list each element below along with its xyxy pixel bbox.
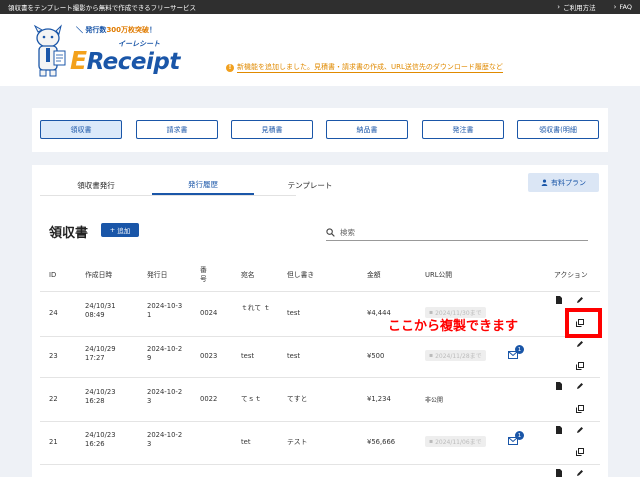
cell-id: 23 bbox=[49, 352, 58, 360]
edit-icon[interactable] bbox=[576, 469, 584, 477]
cell-note: test bbox=[287, 309, 301, 317]
site-tagline: 領収書をテンプレート撮影から無料で作成できるフリーサービス bbox=[8, 4, 197, 12]
col-action: アクション bbox=[554, 271, 588, 279]
search-icon bbox=[326, 228, 335, 237]
copy-icon[interactable] bbox=[576, 448, 584, 456]
cell-note: てすと bbox=[287, 395, 308, 403]
cell-issued: 2024-10-29 bbox=[147, 345, 183, 362]
cell-addressee: tet bbox=[241, 438, 251, 446]
document-icon[interactable] bbox=[555, 296, 563, 304]
mascot-logo-icon[interactable] bbox=[30, 24, 68, 78]
chevron-right-icon: › bbox=[557, 3, 561, 11]
cell-id: 24 bbox=[49, 309, 58, 317]
col-issued: 発行日 bbox=[147, 271, 168, 279]
copy-icon[interactable] bbox=[576, 362, 584, 370]
document-icon[interactable] bbox=[555, 382, 563, 390]
doc-tab-quote[interactable]: 見積書 bbox=[231, 120, 313, 139]
lock-icon: ▪ bbox=[429, 352, 434, 359]
copy-annotation: ここから複製できます bbox=[388, 319, 519, 334]
chevron-right-icon: › bbox=[613, 3, 617, 11]
mail-count-badge: 1 bbox=[515, 431, 524, 440]
col-id: ID bbox=[49, 271, 57, 279]
info-icon: ! bbox=[226, 63, 234, 72]
site-logo[interactable]: EReceipt bbox=[70, 46, 180, 75]
copy-icon[interactable] bbox=[576, 405, 584, 413]
edit-icon[interactable] bbox=[576, 426, 584, 434]
cell-amount: ¥56,666 bbox=[367, 438, 396, 446]
cell-created: 24/10/31 08:49 bbox=[85, 302, 116, 319]
cell-number: 0023 bbox=[200, 352, 218, 360]
tab-history[interactable]: 発行履歴 bbox=[152, 175, 254, 195]
cell-issued: 2024-10-23 bbox=[147, 431, 183, 448]
row-divider bbox=[40, 377, 600, 378]
col-note: 但し書き bbox=[287, 271, 315, 279]
col-amount: 金額 bbox=[367, 271, 381, 279]
edit-icon[interactable] bbox=[576, 382, 584, 390]
user-icon bbox=[541, 179, 548, 186]
cell-issued: 2024-10-31 bbox=[147, 302, 183, 319]
cell-id: 22 bbox=[49, 395, 58, 403]
top-bar: 領収書をテンプレート撮影から無料で作成できるフリーサービス › ご利用方法 › FA… bbox=[0, 0, 640, 14]
mail-sent-indicator[interactable]: 1 bbox=[508, 345, 524, 360]
search-input[interactable] bbox=[340, 228, 560, 237]
lock-icon: ▪ bbox=[429, 438, 434, 445]
add-button[interactable]: + 追加 bbox=[101, 223, 139, 237]
history-panel: 領収書発行 発行履歴 テンプレート 有料プラン 領収書 +追加 ID 作成日時 … bbox=[32, 165, 608, 477]
faq-link[interactable]: › FAQ bbox=[614, 3, 632, 11]
cell-amount: ¥500 bbox=[367, 352, 385, 360]
col-number: 番号 bbox=[200, 266, 207, 283]
how-to-use-link[interactable]: › ご利用方法 bbox=[557, 2, 595, 12]
document-icon[interactable] bbox=[555, 426, 563, 434]
document-type-tabs: 領収書 請求書 見積書 納品書 発注書 領収書(明細 bbox=[32, 108, 608, 152]
cell-addressee: ｔれて ｔ bbox=[241, 304, 271, 312]
url-expiry-pill: ▪ 2024/11/28まで bbox=[425, 350, 486, 361]
cell-note: test bbox=[287, 352, 301, 360]
row-divider bbox=[40, 336, 600, 337]
paid-plan-button[interactable]: 有料プラン bbox=[528, 173, 599, 192]
cell-created: 24/10/23 16:28 bbox=[85, 388, 116, 405]
cell-addressee: test bbox=[241, 352, 255, 360]
page-title: 領収書 bbox=[49, 226, 89, 241]
mail-sent-indicator[interactable]: 1 bbox=[508, 431, 524, 446]
new-feature-notice[interactable]: ! 新機能を追加しました。見積書・請求書の作成、URL送信先のダウンロード履歴な… bbox=[226, 62, 503, 73]
url-expiry-pill: ▪ 2024/11/06まで bbox=[425, 436, 486, 447]
cell-created: 24/10/29 17:27 bbox=[85, 345, 116, 362]
plus-icon: + bbox=[109, 226, 116, 234]
cell-created: 24/10/23 16:26 bbox=[85, 431, 116, 448]
cell-number: 0022 bbox=[200, 395, 218, 403]
doc-tab-receipt-detail[interactable]: 領収書(明細 bbox=[517, 120, 599, 139]
edit-icon[interactable] bbox=[576, 340, 584, 348]
cell-note: テスト bbox=[287, 438, 308, 446]
mail-count-badge: 1 bbox=[515, 345, 524, 354]
edit-icon[interactable] bbox=[576, 296, 584, 304]
search-box bbox=[326, 225, 588, 241]
url-private-label: 非公開 bbox=[425, 397, 444, 404]
col-created: 作成日時 bbox=[85, 271, 113, 279]
header-divider bbox=[40, 291, 600, 292]
doc-tab-receipt[interactable]: 領収書 bbox=[40, 120, 122, 139]
doc-tab-order[interactable]: 発注書 bbox=[422, 120, 504, 139]
document-icon[interactable] bbox=[555, 469, 563, 477]
cell-id: 21 bbox=[49, 438, 58, 446]
row-divider bbox=[40, 421, 600, 422]
tab-template[interactable]: テンプレート bbox=[264, 175, 356, 195]
col-addressee: 宛名 bbox=[241, 271, 255, 279]
tab-divider bbox=[40, 195, 296, 196]
logo-catchphrase: ＼ 発行数300万枚突破！ bbox=[76, 26, 157, 34]
cell-number: 0024 bbox=[200, 309, 218, 317]
doc-tab-delivery[interactable]: 納品書 bbox=[326, 120, 408, 139]
site-header: ＼ 発行数300万枚突破！ イーレシート EReceipt ! 新機能を追加しま… bbox=[0, 14, 640, 86]
cell-addressee: てｓｔ bbox=[241, 395, 262, 403]
col-url: URL公開 bbox=[425, 271, 453, 279]
doc-tab-invoice[interactable]: 請求書 bbox=[136, 120, 218, 139]
copy-highlight-box bbox=[565, 308, 602, 338]
row-divider bbox=[40, 464, 600, 465]
cell-issued: 2024-10-23 bbox=[147, 388, 183, 405]
tab-issue[interactable]: 領収書発行 bbox=[50, 175, 142, 195]
cell-amount: ¥1,234 bbox=[367, 395, 391, 403]
